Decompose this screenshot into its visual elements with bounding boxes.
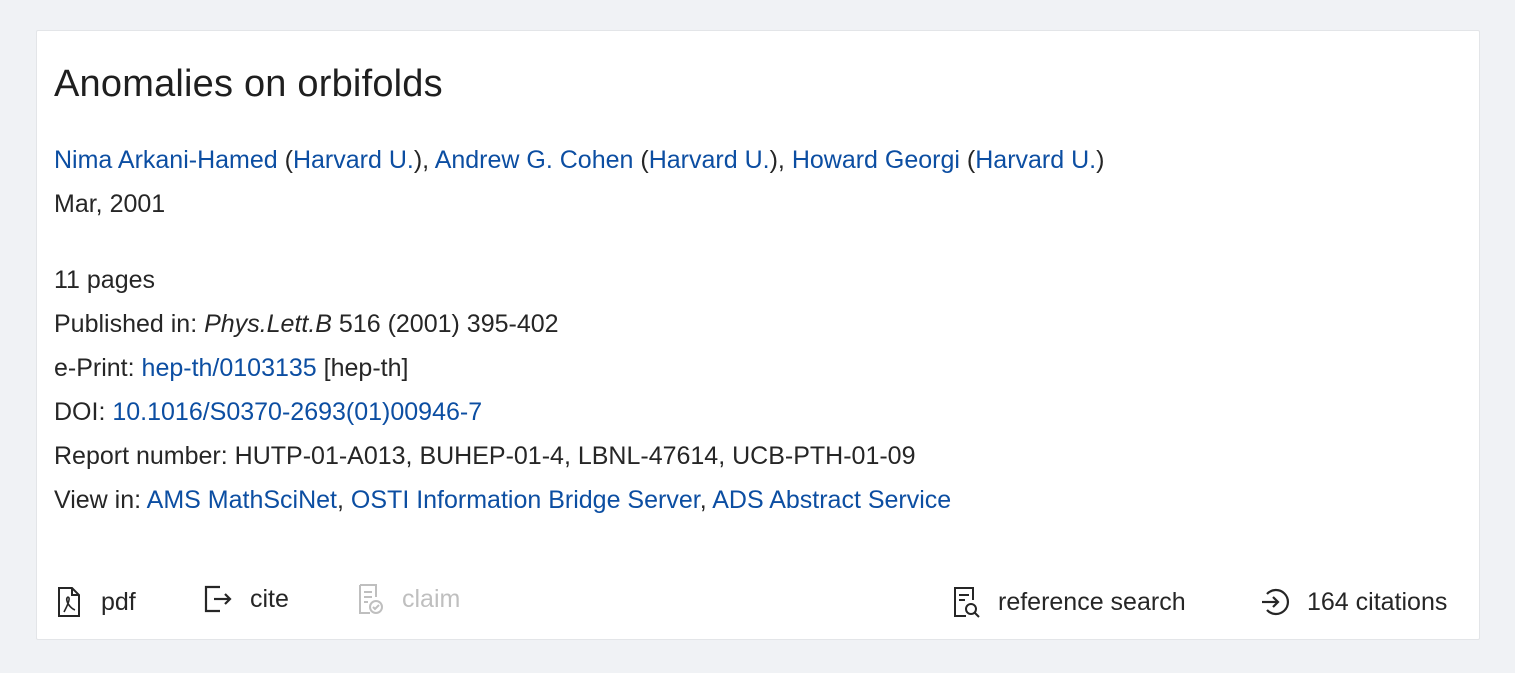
published-in: Published in: Phys.Lett.B 516 (2001) 395… bbox=[54, 310, 559, 338]
author-link[interactable]: Nima Arkani-Hamed bbox=[54, 146, 278, 174]
report-number-line: Report number: HUTP-01-A013, BUHEP-01-4,… bbox=[54, 442, 916, 470]
report-numbers: HUTP-01-A013, BUHEP-01-4, LBNL-47614, UC… bbox=[234, 442, 916, 470]
claim-button[interactable]: claim bbox=[354, 583, 460, 615]
login-icon bbox=[1262, 588, 1289, 616]
record-actions: pdf cite claim reference search 164 cita… bbox=[37, 583, 1479, 632]
cite-button[interactable]: cite bbox=[202, 583, 289, 615]
affiliation-link[interactable]: Harvard U. bbox=[293, 146, 414, 174]
affiliation-link[interactable]: Harvard U. bbox=[975, 146, 1096, 174]
ads-link[interactable]: ADS Abstract Service bbox=[712, 486, 951, 514]
osti-link[interactable]: OSTI Information Bridge Server bbox=[351, 486, 700, 514]
literature-record-card: Anomalies on orbifolds Nima Arkani-Hamed… bbox=[36, 30, 1480, 640]
page-count: 11 pages bbox=[54, 266, 156, 294]
eprint-link[interactable]: hep-th/0103135 bbox=[142, 354, 317, 382]
journal-name: Phys.Lett.B bbox=[204, 310, 332, 338]
export-icon bbox=[204, 585, 232, 613]
citations-button[interactable]: 164 citations bbox=[1259, 586, 1447, 618]
author-link[interactable]: Andrew G. Cohen bbox=[435, 146, 634, 174]
eprint-line: e-Print: hep-th/0103135 [hep-th] bbox=[54, 354, 409, 382]
author-link[interactable]: Howard Georgi bbox=[792, 146, 960, 174]
doi-line: DOI: 10.1016/S0370-2693(01)00946-7 bbox=[54, 398, 483, 426]
eprint-category: [hep-th] bbox=[323, 354, 409, 382]
affiliation-link[interactable]: Harvard U. bbox=[649, 146, 770, 174]
view-in-line: View in: AMS MathSciNet, OSTI Informatio… bbox=[54, 486, 952, 514]
pdf-button[interactable]: pdf bbox=[53, 586, 136, 618]
journal-reference: 516 (2001) 395-402 bbox=[338, 310, 559, 338]
reference-search-button[interactable]: reference search bbox=[950, 586, 1186, 618]
file-search-icon bbox=[954, 587, 980, 618]
authors-line: Nima Arkani-Hamed (Harvard U.), Andrew G… bbox=[54, 146, 1105, 174]
publication-date: Mar, 2001 bbox=[54, 190, 166, 218]
ams-mathscinet-link[interactable]: AMS MathSciNet bbox=[147, 486, 337, 514]
record-title: Anomalies on orbifolds bbox=[54, 63, 443, 105]
file-pdf-icon bbox=[58, 587, 80, 617]
doi-link[interactable]: 10.1016/S0370-2693(01)00946-7 bbox=[112, 398, 482, 426]
file-done-icon bbox=[359, 584, 383, 614]
